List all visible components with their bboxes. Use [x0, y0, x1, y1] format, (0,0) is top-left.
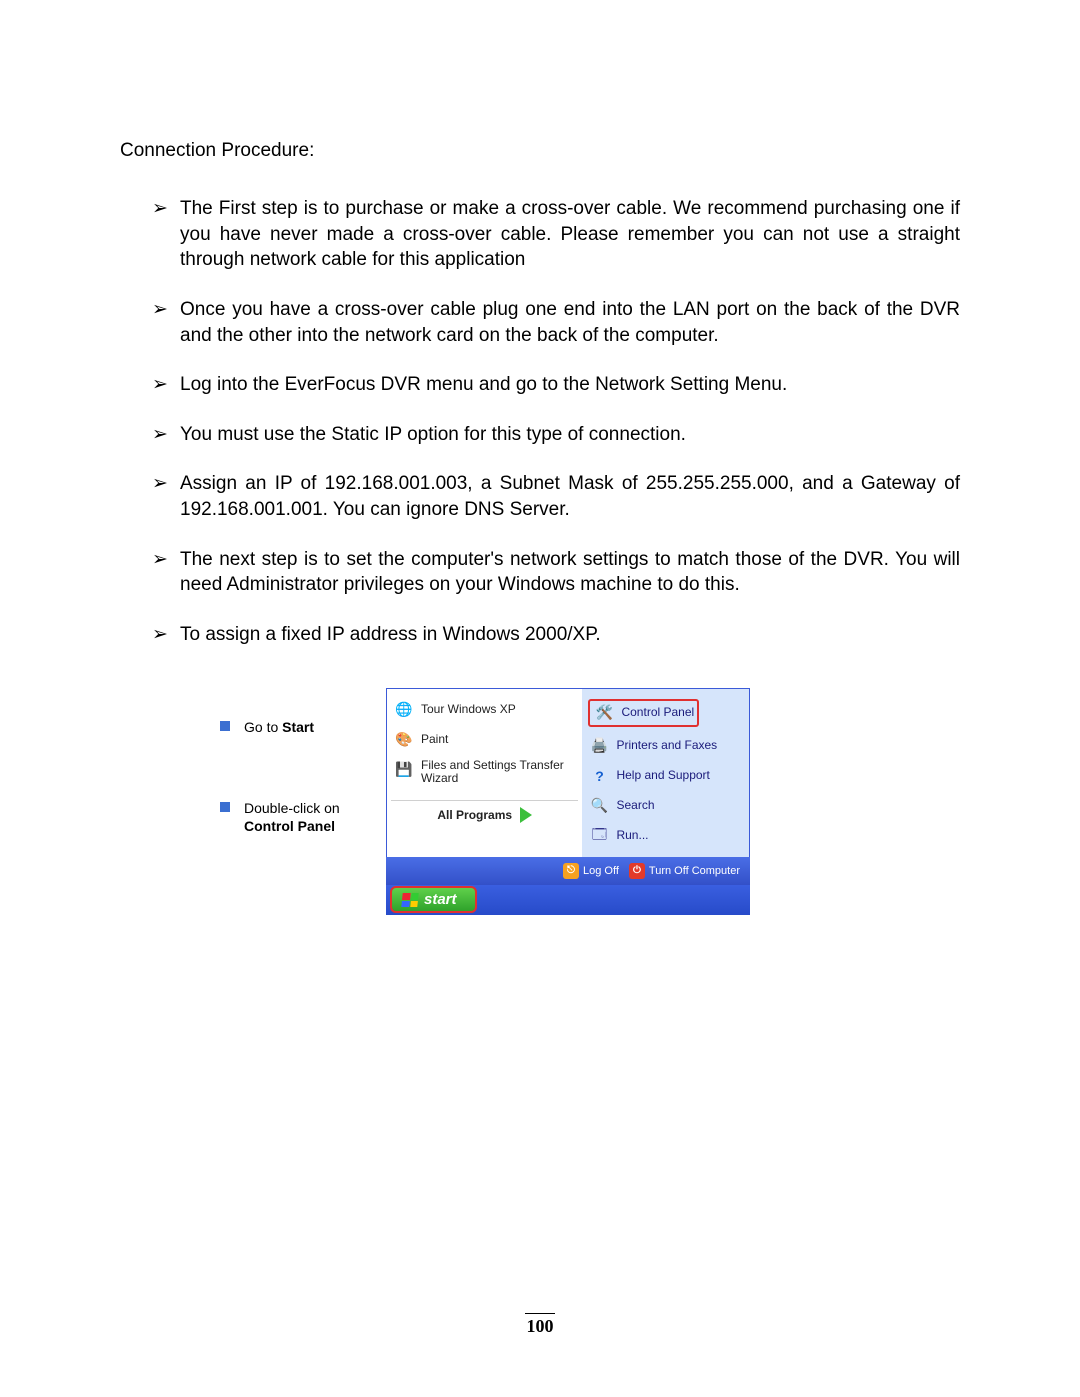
windows-start-menu: 🌐 Tour Windows XP 🎨 Paint 💾 Files and Se…: [386, 688, 750, 915]
instruction-go-to-start: Go to Start: [220, 718, 378, 737]
bullet-item: Once you have a cross-over cable plug on…: [152, 297, 960, 348]
control-panel-icon: 🛠️: [593, 702, 615, 724]
start-item-label: Control Panel: [621, 706, 694, 720]
bullet-item: The next step is to set the computer's n…: [152, 547, 960, 598]
start-item-label: Paint: [421, 733, 448, 747]
start-item-paint[interactable]: 🎨 Paint: [391, 725, 578, 755]
figure: Go to Start Double-click on Control Panel…: [220, 688, 960, 915]
instr-text: Double-click on: [244, 800, 340, 816]
start-button-label: start: [424, 891, 457, 908]
logoff-icon: ⎋: [563, 863, 579, 879]
instruction-column: Go to Start Double-click on Control Panel: [220, 688, 378, 915]
paint-icon: 🎨: [393, 729, 415, 751]
taskbar: start: [386, 885, 750, 915]
transfer-wizard-icon: 💾: [393, 759, 415, 781]
start-item-label: Printers and Faxes: [616, 739, 717, 753]
start-item-tour-xp[interactable]: 🌐 Tour Windows XP: [391, 695, 578, 725]
start-item-search[interactable]: 🔍 Search: [586, 791, 745, 821]
bullet-item: Log into the EverFocus DVR menu and go t…: [152, 372, 960, 398]
tour-icon: 🌐: [393, 699, 415, 721]
start-all-programs[interactable]: All Programs: [391, 800, 578, 825]
arrow-right-icon: [520, 807, 532, 823]
instr-bold: Control Panel: [244, 818, 335, 834]
power-icon: ⏻: [629, 863, 645, 879]
instr-bold: Start: [282, 719, 314, 735]
square-bullet-icon: [220, 802, 230, 812]
start-item-label: Search: [616, 799, 654, 813]
start-item-run[interactable]: 🗔 Run...: [586, 821, 745, 851]
section-heading: Connection Procedure:: [120, 140, 960, 162]
start-item-label: Run...: [616, 829, 648, 843]
bullet-item: To assign a fixed IP address in Windows …: [152, 622, 960, 648]
turnoff-label: Turn Off Computer: [649, 865, 740, 877]
printer-icon: 🖨️: [588, 735, 610, 757]
bullet-item: You must use the Static IP option for th…: [152, 422, 960, 448]
bullet-item: Assign an IP of 192.168.001.003, a Subne…: [152, 471, 960, 522]
turn-off-computer-button[interactable]: ⏻ Turn Off Computer: [629, 863, 740, 879]
instr-text: Go to: [244, 719, 282, 735]
start-item-control-panel[interactable]: 🛠️ Control Panel: [586, 695, 745, 731]
bullet-item: The First step is to purchase or make a …: [152, 196, 960, 273]
start-item-label: Tour Windows XP: [421, 703, 516, 717]
start-item-label: Help and Support: [616, 769, 709, 783]
run-icon: 🗔: [588, 825, 610, 847]
start-item-printers-faxes[interactable]: 🖨️ Printers and Faxes: [586, 731, 745, 761]
start-item-help-support[interactable]: ? Help and Support: [586, 761, 745, 791]
start-item-label: Files and Settings Transfer Wizard: [421, 759, 576, 787]
start-menu-left-column: 🌐 Tour Windows XP 🎨 Paint 💾 Files and Se…: [387, 689, 582, 857]
instruction-control-panel: Double-click on Control Panel: [220, 799, 378, 837]
start-item-files-settings-transfer[interactable]: 💾 Files and Settings Transfer Wizard: [391, 755, 578, 791]
bullet-list: The First step is to purchase or make a …: [120, 196, 960, 648]
start-button[interactable]: start: [390, 886, 477, 913]
log-off-button[interactable]: ⎋ Log Off: [563, 863, 619, 879]
windows-flag-icon: [401, 893, 418, 907]
start-menu-right-column: 🛠️ Control Panel 🖨️ Printers and Faxes ?…: [582, 689, 749, 857]
search-icon: 🔍: [588, 795, 610, 817]
help-icon: ?: [588, 765, 610, 787]
logoff-label: Log Off: [583, 865, 619, 877]
all-programs-label: All Programs: [437, 808, 512, 822]
start-menu-footer: ⎋ Log Off ⏻ Turn Off Computer: [386, 857, 750, 885]
page-number: 100: [0, 1313, 1080, 1337]
square-bullet-icon: [220, 721, 230, 731]
